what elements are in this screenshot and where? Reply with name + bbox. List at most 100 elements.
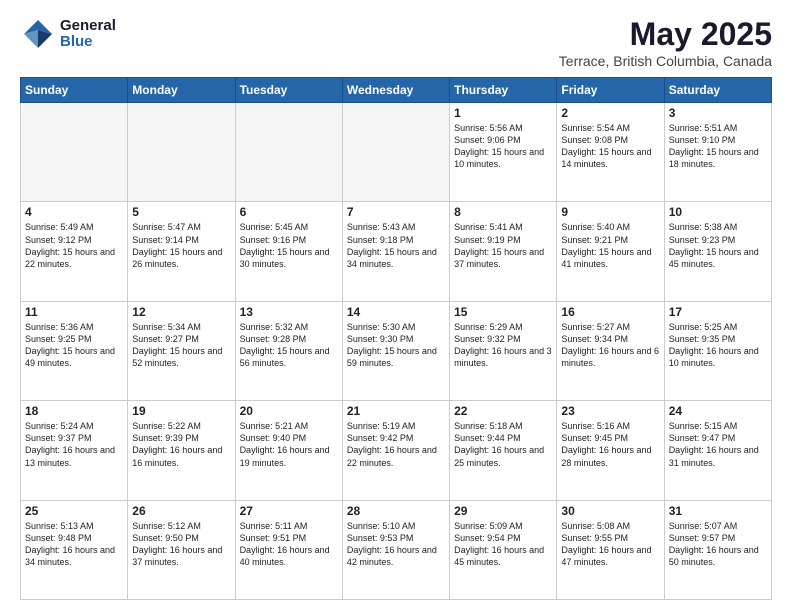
day-number: 24 — [669, 404, 767, 418]
calendar-week-row: 4 Sunrise: 5:49 AM Sunset: 9:12 PM Daylig… — [21, 202, 772, 301]
day-number: 26 — [132, 504, 230, 518]
calendar-week-row: 18 Sunrise: 5:24 AM Sunset: 9:37 PM Dayli… — [21, 401, 772, 500]
day-info: Sunrise: 5:10 AM Sunset: 9:53 PM Dayligh… — [347, 520, 445, 569]
table-row — [128, 103, 235, 202]
day-number: 20 — [240, 404, 338, 418]
table-row: 12 Sunrise: 5:34 AM Sunset: 9:27 PM Dayli… — [128, 301, 235, 400]
table-row: 9 Sunrise: 5:40 AM Sunset: 9:21 PM Daylig… — [557, 202, 664, 301]
day-number: 13 — [240, 305, 338, 319]
day-number: 29 — [454, 504, 552, 518]
table-row: 10 Sunrise: 5:38 AM Sunset: 9:23 PM Dayli… — [664, 202, 771, 301]
logo-icon — [20, 16, 56, 52]
day-number: 16 — [561, 305, 659, 319]
day-info: Sunrise: 5:51 AM Sunset: 9:10 PM Dayligh… — [669, 122, 767, 171]
day-info: Sunrise: 5:15 AM Sunset: 9:47 PM Dayligh… — [669, 420, 767, 469]
table-row: 21 Sunrise: 5:19 AM Sunset: 9:42 PM Dayli… — [342, 401, 449, 500]
page: General Blue May 2025 Terrace, British C… — [0, 0, 792, 612]
day-info: Sunrise: 5:34 AM Sunset: 9:27 PM Dayligh… — [132, 321, 230, 370]
day-number: 7 — [347, 205, 445, 219]
table-row: 27Sunrise: 5:11 AM Sunset: 9:51 PM Dayli… — [235, 500, 342, 599]
location-subtitle: Terrace, British Columbia, Canada — [559, 53, 772, 69]
day-number: 8 — [454, 205, 552, 219]
table-row — [342, 103, 449, 202]
header-tuesday: Tuesday — [235, 78, 342, 103]
table-row: 26 Sunrise: 5:12 AM Sunset: 9:50 PM Dayli… — [128, 500, 235, 599]
day-info: Sunrise: 5:29 AM Sunset: 9:32 PM Dayligh… — [454, 321, 552, 370]
day-number: 2 — [561, 106, 659, 120]
table-row: 11 Sunrise: 5:36 AM Sunset: 9:25 PM Dayli… — [21, 301, 128, 400]
day-number: 28 — [347, 504, 445, 518]
logo: General Blue — [20, 16, 116, 52]
day-info: Sunrise: 5:43 AM Sunset: 9:18 PM Dayligh… — [347, 221, 445, 270]
day-info: Sunrise: 5:19 AM Sunset: 9:42 PM Dayligh… — [347, 420, 445, 469]
day-number: 19 — [132, 404, 230, 418]
header-thursday: Thursday — [450, 78, 557, 103]
table-row: 1Sunrise: 5:56 AM Sunset: 9:06 PM Daylig… — [450, 103, 557, 202]
table-row: 25Sunrise: 5:13 AM Sunset: 9:48 PM Dayli… — [21, 500, 128, 599]
day-number: 14 — [347, 305, 445, 319]
table-row: 23 Sunrise: 5:16 AM Sunset: 9:45 PM Dayli… — [557, 401, 664, 500]
table-row: 20Sunrise: 5:21 AM Sunset: 9:40 PM Dayli… — [235, 401, 342, 500]
table-row: 3 Sunrise: 5:51 AM Sunset: 9:10 PM Daylig… — [664, 103, 771, 202]
day-number: 12 — [132, 305, 230, 319]
table-row: 13Sunrise: 5:32 AM Sunset: 9:28 PM Dayli… — [235, 301, 342, 400]
day-number: 3 — [669, 106, 767, 120]
header: General Blue May 2025 Terrace, British C… — [20, 16, 772, 69]
day-number: 31 — [669, 504, 767, 518]
day-number: 1 — [454, 106, 552, 120]
day-number: 25 — [25, 504, 123, 518]
day-info: Sunrise: 5:40 AM Sunset: 9:21 PM Dayligh… — [561, 221, 659, 270]
logo-text: General Blue — [60, 18, 116, 51]
day-number: 15 — [454, 305, 552, 319]
calendar-week-row: 1Sunrise: 5:56 AM Sunset: 9:06 PM Daylig… — [21, 103, 772, 202]
day-info: Sunrise: 5:22 AM Sunset: 9:39 PM Dayligh… — [132, 420, 230, 469]
day-info: Sunrise: 5:24 AM Sunset: 9:37 PM Dayligh… — [25, 420, 123, 469]
day-info: Sunrise: 5:41 AM Sunset: 9:19 PM Dayligh… — [454, 221, 552, 270]
day-number: 9 — [561, 205, 659, 219]
logo-blue: Blue — [60, 34, 116, 51]
table-row: 17Sunrise: 5:25 AM Sunset: 9:35 PM Dayli… — [664, 301, 771, 400]
day-info: Sunrise: 5:09 AM Sunset: 9:54 PM Dayligh… — [454, 520, 552, 569]
day-number: 10 — [669, 205, 767, 219]
table-row: 7 Sunrise: 5:43 AM Sunset: 9:18 PM Daylig… — [342, 202, 449, 301]
day-info: Sunrise: 5:18 AM Sunset: 9:44 PM Dayligh… — [454, 420, 552, 469]
table-row: 19 Sunrise: 5:22 AM Sunset: 9:39 PM Dayli… — [128, 401, 235, 500]
day-info: Sunrise: 5:30 AM Sunset: 9:30 PM Dayligh… — [347, 321, 445, 370]
day-info: Sunrise: 5:08 AM Sunset: 9:55 PM Dayligh… — [561, 520, 659, 569]
day-number: 23 — [561, 404, 659, 418]
table-row: 18 Sunrise: 5:24 AM Sunset: 9:37 PM Dayli… — [21, 401, 128, 500]
day-info: Sunrise: 5:38 AM Sunset: 9:23 PM Dayligh… — [669, 221, 767, 270]
month-year-title: May 2025 — [559, 16, 772, 53]
day-info: Sunrise: 5:07 AM Sunset: 9:57 PM Dayligh… — [669, 520, 767, 569]
table-row: 29 Sunrise: 5:09 AM Sunset: 9:54 PM Dayli… — [450, 500, 557, 599]
day-info: Sunrise: 5:54 AM Sunset: 9:08 PM Dayligh… — [561, 122, 659, 171]
header-friday: Friday — [557, 78, 664, 103]
table-row — [235, 103, 342, 202]
day-number: 4 — [25, 205, 123, 219]
table-row: 2 Sunrise: 5:54 AM Sunset: 9:08 PM Daylig… — [557, 103, 664, 202]
header-monday: Monday — [128, 78, 235, 103]
day-number: 6 — [240, 205, 338, 219]
table-row: 30 Sunrise: 5:08 AM Sunset: 9:55 PM Dayli… — [557, 500, 664, 599]
table-row: 22 Sunrise: 5:18 AM Sunset: 9:44 PM Dayli… — [450, 401, 557, 500]
day-info: Sunrise: 5:16 AM Sunset: 9:45 PM Dayligh… — [561, 420, 659, 469]
table-row: 24 Sunrise: 5:15 AM Sunset: 9:47 PM Dayli… — [664, 401, 771, 500]
day-number: 30 — [561, 504, 659, 518]
table-row: 31 Sunrise: 5:07 AM Sunset: 9:57 PM Dayli… — [664, 500, 771, 599]
day-info: Sunrise: 5:49 AM Sunset: 9:12 PM Dayligh… — [25, 221, 123, 270]
title-block: May 2025 Terrace, British Columbia, Cana… — [559, 16, 772, 69]
header-sunday: Sunday — [21, 78, 128, 103]
day-info: Sunrise: 5:12 AM Sunset: 9:50 PM Dayligh… — [132, 520, 230, 569]
day-info: Sunrise: 5:36 AM Sunset: 9:25 PM Dayligh… — [25, 321, 123, 370]
day-number: 21 — [347, 404, 445, 418]
table-row: 14 Sunrise: 5:30 AM Sunset: 9:30 PM Dayli… — [342, 301, 449, 400]
day-number: 22 — [454, 404, 552, 418]
day-number: 11 — [25, 305, 123, 319]
table-row: 5Sunrise: 5:47 AM Sunset: 9:14 PM Daylig… — [128, 202, 235, 301]
calendar-table: Sunday Monday Tuesday Wednesday Thursday… — [20, 77, 772, 600]
table-row: 16Sunrise: 5:27 AM Sunset: 9:34 PM Dayli… — [557, 301, 664, 400]
day-info: Sunrise: 5:11 AM Sunset: 9:51 PM Dayligh… — [240, 520, 338, 569]
day-info: Sunrise: 5:45 AM Sunset: 9:16 PM Dayligh… — [240, 221, 338, 270]
day-number: 18 — [25, 404, 123, 418]
day-info: Sunrise: 5:47 AM Sunset: 9:14 PM Dayligh… — [132, 221, 230, 270]
